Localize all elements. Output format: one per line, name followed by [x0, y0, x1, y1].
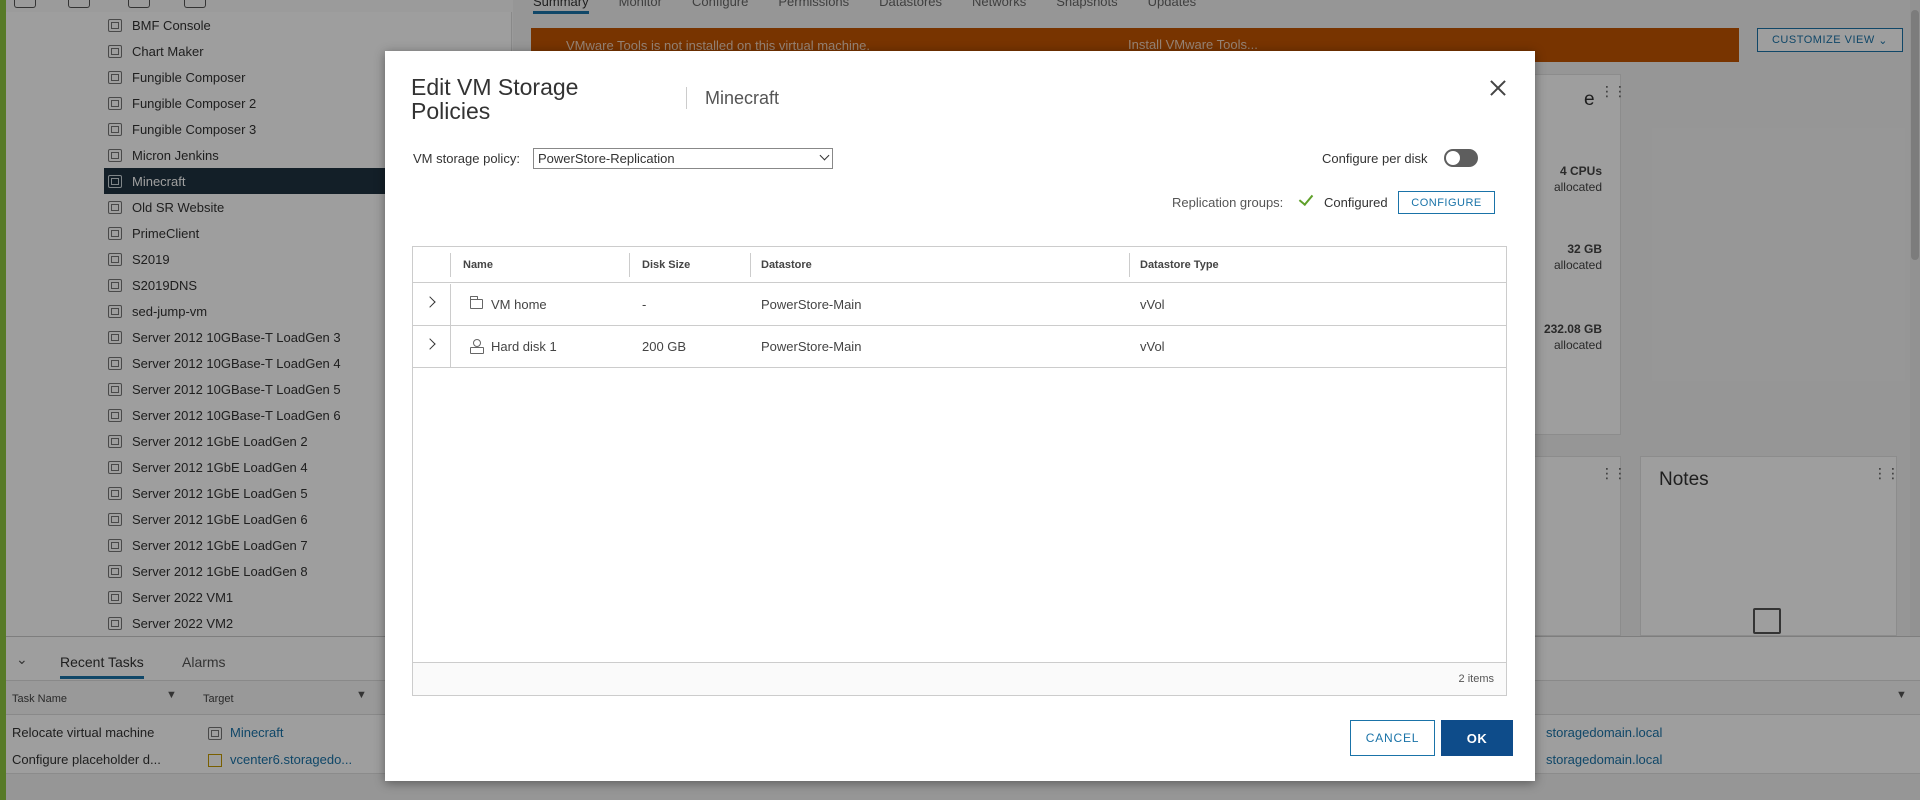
- dialog-title: Edit VM Storage Policies: [411, 74, 579, 124]
- items-count: 2 items: [1458, 673, 1494, 685]
- column-divider: [450, 253, 451, 277]
- expand-chevron-icon[interactable]: [424, 338, 436, 350]
- column-divider[interactable]: [750, 253, 751, 277]
- configure-per-disk-label: Configure per disk: [1322, 151, 1428, 166]
- replication-groups-label: Replication groups:: [1172, 195, 1284, 210]
- folder-icon: [470, 296, 483, 309]
- cancel-button[interactable]: CANCEL: [1350, 720, 1435, 756]
- storage-policy-select[interactable]: PowerStore-Replication: [533, 148, 833, 169]
- column-divider[interactable]: [629, 253, 630, 277]
- row-size: -: [642, 297, 647, 312]
- row-datastore-type: vVol: [1140, 339, 1165, 354]
- grid-footer: 2 items: [413, 662, 1506, 695]
- edit-storage-policies-dialog: Edit VM Storage Policies Minecraft VM st…: [385, 51, 1535, 781]
- row-datastore-type: vVol: [1140, 297, 1165, 312]
- col-datastore[interactable]: Datastore: [761, 259, 812, 271]
- configure-per-disk-toggle[interactable]: [1444, 149, 1478, 167]
- dialog-subtitle: Minecraft: [705, 88, 780, 108]
- chevron-down-icon: [819, 150, 830, 161]
- grid-header: Name Disk Size Datastore Datastore Type: [413, 247, 1506, 283]
- row-datastore: PowerStore-Main: [761, 297, 862, 312]
- title-divider: [686, 87, 687, 109]
- col-disk-size[interactable]: Disk Size: [642, 259, 690, 271]
- close-icon[interactable]: [1485, 75, 1511, 101]
- row-size: 200 GB: [642, 339, 687, 354]
- col-name[interactable]: Name: [463, 259, 493, 271]
- row-name: VM home: [491, 297, 547, 312]
- policy-label: VM storage policy:: [413, 151, 520, 166]
- column-divider[interactable]: [1129, 253, 1130, 277]
- check-icon: [1298, 190, 1314, 207]
- row-datastore: PowerStore-Main: [761, 339, 862, 354]
- row-name: Hard disk 1: [491, 339, 557, 354]
- hard-disk-icon: [470, 339, 484, 354]
- ok-button[interactable]: OK: [1441, 720, 1513, 756]
- disk-grid: Name Disk Size Datastore Datastore Type …: [412, 246, 1507, 696]
- replication-status: Configured: [1324, 195, 1388, 210]
- configure-button[interactable]: CONFIGURE: [1398, 191, 1495, 214]
- grid-row-vm-home[interactable]: VM home - PowerStore-Main vVol: [413, 284, 1506, 326]
- col-datastore-type[interactable]: Datastore Type: [1140, 259, 1219, 271]
- grid-row-hard-disk[interactable]: Hard disk 1 200 GB PowerStore-Main vVol: [413, 326, 1506, 368]
- expand-chevron-icon[interactable]: [424, 296, 436, 308]
